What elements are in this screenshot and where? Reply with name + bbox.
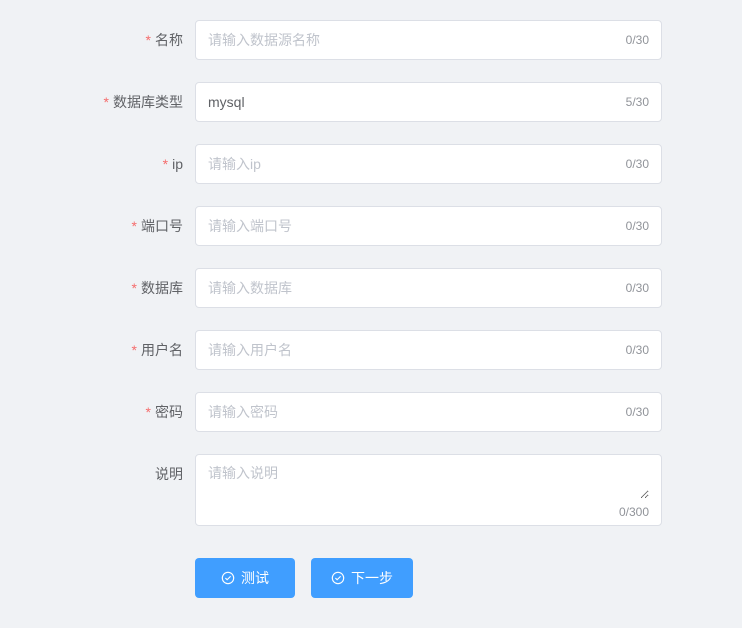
dbtype-label: *数据库类型 (0, 82, 195, 122)
char-count: 5/30 (618, 95, 649, 109)
port-input[interactable] (208, 207, 618, 245)
required-mark: * (146, 404, 151, 420)
input-wrapper: 0/30 (195, 144, 662, 184)
next-button[interactable]: 下一步 (311, 558, 413, 598)
input-wrapper: 5/30 (195, 82, 662, 122)
char-count: 0/30 (618, 281, 649, 295)
dbtype-input[interactable] (208, 83, 618, 121)
check-circle-icon (221, 571, 235, 585)
form-row-database: *数据库 0/30 (0, 268, 662, 308)
label-text: 端口号 (141, 218, 183, 234)
label-text: 数据库 (141, 280, 183, 296)
required-mark: * (132, 342, 137, 358)
label-text: 数据库类型 (113, 94, 183, 110)
form-control: 0/30 (195, 206, 662, 246)
char-count: 0/30 (618, 157, 649, 171)
label-text: ip (172, 156, 183, 172)
required-mark: * (132, 218, 137, 234)
form-row-description: 说明 0/300 (0, 454, 662, 526)
required-mark: * (132, 280, 137, 296)
form-row-dbtype: *数据库类型 5/30 (0, 82, 662, 122)
form-row-password: *密码 0/30 (0, 392, 662, 432)
button-label: 测试 (241, 568, 269, 588)
char-count: 0/300 (619, 505, 649, 519)
ip-input[interactable] (208, 145, 618, 183)
username-label: *用户名 (0, 330, 195, 370)
form-row-name: *名称 0/30 (0, 20, 662, 60)
form-control: 0/30 (195, 392, 662, 432)
label-text: 密码 (155, 404, 183, 420)
ip-label: *ip (0, 144, 195, 184)
input-wrapper: 0/30 (195, 330, 662, 370)
form-control: 5/30 (195, 82, 662, 122)
description-label: 说明 (0, 454, 195, 494)
input-wrapper: 0/30 (195, 268, 662, 308)
check-circle-icon (331, 571, 345, 585)
input-wrapper: 0/30 (195, 206, 662, 246)
description-textarea[interactable] (208, 463, 649, 499)
name-input[interactable] (208, 21, 618, 59)
form-control: 0/30 (195, 144, 662, 184)
form-row-ip: *ip 0/30 (0, 144, 662, 184)
form-row-port: *端口号 0/30 (0, 206, 662, 246)
input-wrapper: 0/30 (195, 20, 662, 60)
button-label: 下一步 (351, 568, 393, 588)
port-label: *端口号 (0, 206, 195, 246)
label-text: 说明 (155, 466, 183, 482)
database-label: *数据库 (0, 268, 195, 308)
test-button[interactable]: 测试 (195, 558, 295, 598)
name-label: *名称 (0, 20, 195, 60)
char-count: 0/30 (618, 219, 649, 233)
textarea-wrapper: 0/300 (195, 454, 662, 526)
char-count: 0/30 (618, 343, 649, 357)
char-count: 0/30 (618, 33, 649, 47)
form-control: 0/300 (195, 454, 662, 526)
password-label: *密码 (0, 392, 195, 432)
form-control: 0/30 (195, 330, 662, 370)
username-input[interactable] (208, 331, 618, 369)
input-wrapper: 0/30 (195, 392, 662, 432)
form-control: 0/30 (195, 20, 662, 60)
label-text: 名称 (155, 32, 183, 48)
required-mark: * (104, 94, 109, 110)
database-input[interactable] (208, 269, 618, 307)
char-count: 0/30 (618, 405, 649, 419)
required-mark: * (163, 156, 168, 172)
form-row-username: *用户名 0/30 (0, 330, 662, 370)
button-row: 测试 下一步 (0, 548, 662, 598)
label-text: 用户名 (141, 342, 183, 358)
password-input[interactable] (208, 393, 618, 431)
form-control: 0/30 (195, 268, 662, 308)
datasource-form: *名称 0/30 *数据库类型 5/30 *ip 0/30 (0, 0, 742, 628)
required-mark: * (146, 32, 151, 48)
